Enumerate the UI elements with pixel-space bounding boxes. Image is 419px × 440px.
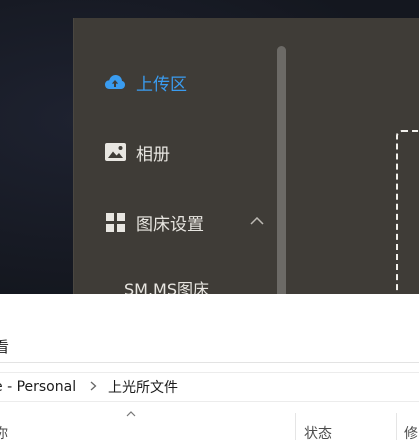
- column-header-modified[interactable]: 修: [404, 423, 418, 440]
- column-divider[interactable]: [295, 413, 296, 440]
- column-headers: 你 状态 修: [0, 407, 419, 440]
- sidebar-item-label: 图床设置: [136, 214, 204, 235]
- breadcrumb-parent[interactable]: e - Personal: [0, 379, 76, 395]
- upload-drop-zone[interactable]: [396, 130, 419, 320]
- chevron-right-icon[interactable]: [90, 380, 97, 394]
- picgo-window: 上传区 相册 图床设置 SM.MS图床: [73, 18, 419, 320]
- sidebar-item-label: 上传区: [136, 74, 187, 95]
- ribbon-divider: [0, 362, 419, 363]
- grid-icon: [104, 211, 126, 233]
- breadcrumb-current[interactable]: 上光所文件: [108, 377, 178, 397]
- sidebar-item-label: 相册: [136, 144, 170, 165]
- sidebar-item-album[interactable]: 相册: [104, 137, 170, 167]
- column-divider[interactable]: [396, 413, 397, 440]
- chevron-up-icon[interactable]: [246, 210, 268, 232]
- sort-ascending-icon: [126, 407, 136, 420]
- file-explorer-window: 看 e - Personal 上光所文件 你 状态 修: [0, 294, 419, 440]
- sidebar-item-upload[interactable]: 上传区: [104, 67, 187, 97]
- image-icon: [104, 141, 126, 163]
- sidebar: 上传区 相册 图床设置 SM.MS图床: [74, 18, 289, 300]
- address-bar[interactable]: e - Personal 上光所文件: [0, 372, 419, 402]
- sidebar-item-picbed-settings[interactable]: 图床设置: [104, 207, 204, 237]
- column-header-status[interactable]: 状态: [304, 423, 332, 440]
- cloud-upload-icon: [104, 71, 126, 93]
- sidebar-scrollbar[interactable]: [277, 46, 286, 300]
- explorer-title-fragment: 看: [0, 338, 10, 356]
- column-header-name[interactable]: 你: [0, 423, 8, 440]
